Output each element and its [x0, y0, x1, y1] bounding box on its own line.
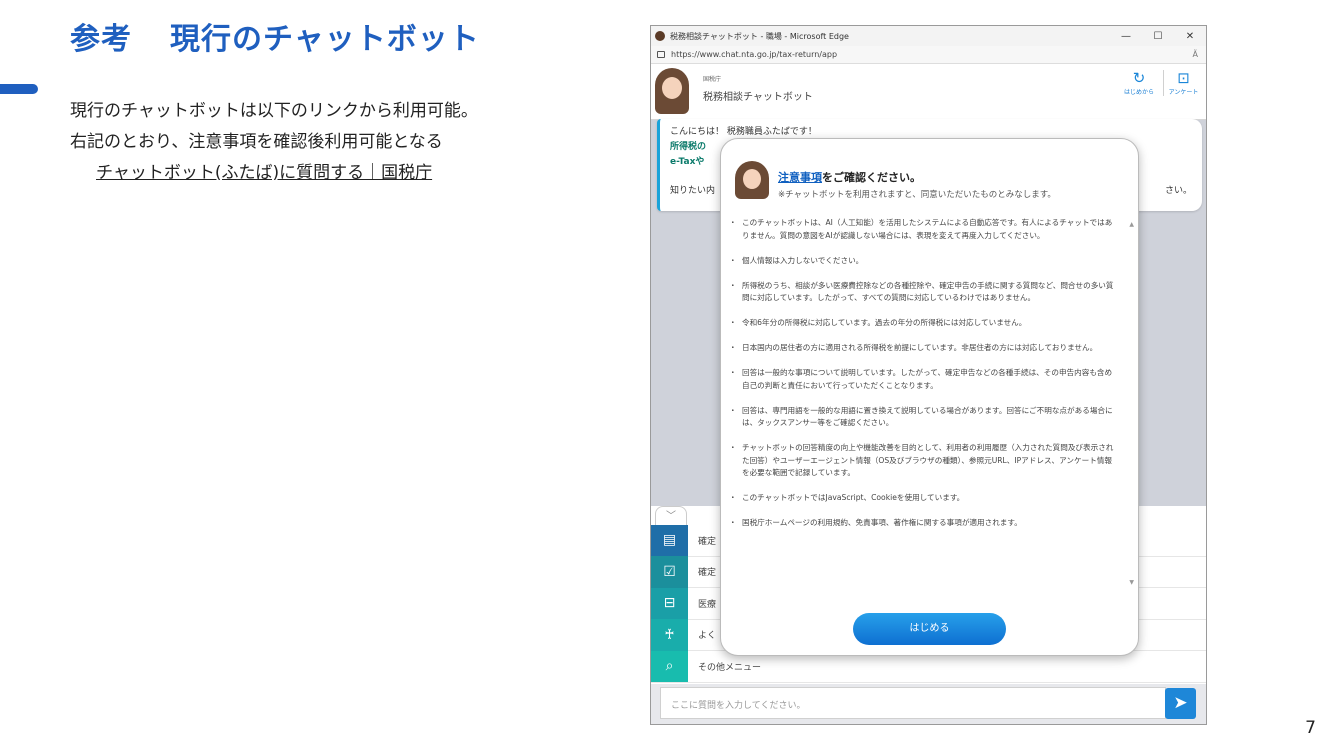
menu-item-label: 確定	[698, 536, 717, 547]
survey-label: アンケート	[1168, 89, 1199, 96]
chat-input[interactable]: ここに質問を入力してください。	[660, 687, 1166, 719]
menu-item-label: 確定	[698, 568, 717, 579]
bed-icon: ⊟	[651, 587, 688, 619]
restart-icon: ↻	[1132, 69, 1146, 87]
slide-title-main: 現行のチャットボット	[170, 22, 480, 57]
notice-item: このチャットボットではJavaScript、Cookieを使用しています。	[729, 492, 1119, 505]
close-button[interactable]: ✕	[1174, 31, 1206, 42]
notice-item: チャットボットの回答精度の向上や機能改善を目的として、利用者の利用履歴（入力され…	[729, 442, 1119, 480]
chatbot-link[interactable]: チャットボット(ふたば)に質問する｜国税庁	[96, 158, 478, 189]
accent-bar	[0, 84, 38, 94]
maximize-button[interactable]: ☐	[1142, 31, 1174, 42]
notice-item: 個人情報は入力しないでください。	[729, 255, 1119, 268]
person-icon: ♰	[651, 619, 688, 651]
browser-titlebar: 税務相談チャットボット - 職場 - Microsoft Edge — ☐ ✕	[651, 26, 1206, 46]
minimize-button[interactable]: —	[1110, 31, 1142, 42]
notice-modal: 注意事項をご確認ください。 ※チャットボットを利用されますと、同意いただいたもの…	[720, 138, 1139, 656]
notice-item: 所得税のうち、相談が多い医療費控除などの各種控除や、確定申告の手続に関する質問な…	[729, 280, 1119, 305]
notice-item: このチャットボットは、AI（人工知能）を活用したシステムによる自動応答です。有人…	[729, 217, 1119, 242]
checkbox-icon: ☑	[651, 556, 688, 588]
survey-icon: ⊡	[1177, 69, 1190, 87]
search-doc-icon: ⌕	[651, 650, 688, 682]
modal-title-rest: をご確認ください。	[822, 171, 921, 184]
slide-body: 現行のチャットボットは以下のリンクから利用可能。 右記のとおり、注意事項を確認後…	[70, 96, 478, 189]
notice-item: 国税庁ホームページの利用規約、免責事項、著作権に関する事項が適用されます。	[729, 517, 1119, 530]
lock-icon	[657, 51, 665, 58]
notice-item: 日本国内の居住者の方に適用される所得税を前提にしています。非居住者の方には対応し…	[729, 342, 1119, 355]
scroll-up-icon[interactable]: ▲	[1129, 221, 1134, 228]
send-icon: ➤	[1173, 693, 1188, 713]
restart-label: はじめから	[1123, 89, 1154, 96]
menu-item-label: その他メニュー	[698, 662, 762, 673]
chat-line-4-start: 知りたい内	[670, 186, 716, 196]
start-button[interactable]: はじめる	[853, 613, 1006, 645]
favicon-icon	[655, 31, 665, 41]
document-icon: ▤	[651, 524, 688, 556]
slide-title: 参考 現行のチャットボット	[70, 14, 480, 58]
chat-line-4-end: さい。	[1164, 186, 1192, 196]
input-row: ここに質問を入力してください。 ➤	[651, 684, 1206, 724]
slide-title-prefix: 参考	[70, 22, 132, 57]
notice-item: 令和6年分の所得税に対応しています。過去の年分の所得税には対応していません。	[729, 317, 1119, 330]
read-aloud-icon[interactable]: Ã	[1193, 50, 1198, 59]
notice-list[interactable]: このチャットボットは、AI（人工知能）を活用したシステムによる自動応答です。有人…	[729, 217, 1119, 542]
agency-label: 国税庁	[703, 76, 722, 83]
page-number: 7	[1305, 718, 1316, 738]
restart-button[interactable]: ↻ はじめから	[1119, 69, 1159, 97]
body-line-1: 現行のチャットボットは以下のリンクから利用可能。	[70, 101, 478, 121]
menu-item-label: 医療	[698, 599, 717, 610]
avatar	[655, 68, 689, 114]
url-text[interactable]: https://www.chat.nta.go.jp/tax-return/ap…	[671, 50, 1193, 59]
address-bar[interactable]: https://www.chat.nta.go.jp/tax-return/ap…	[651, 46, 1206, 64]
notice-item: 回答は一般的な事項について説明しています。したがって、確定申告などの各種手続は、…	[729, 367, 1119, 392]
modal-avatar	[735, 161, 769, 199]
body-line-2: 右記のとおり、注意事項を確認後利用可能となる	[70, 132, 443, 152]
modal-title-highlight[interactable]: 注意事項	[778, 171, 822, 184]
slide: 参考 現行のチャットボット 現行のチャットボットは以下のリンクから利用可能。 右記…	[0, 0, 1334, 750]
modal-title: 注意事項をご確認ください。	[778, 169, 921, 185]
browser-tab-title: 税務相談チャットボット - 職場 - Microsoft Edge	[670, 31, 849, 41]
send-button[interactable]: ➤	[1165, 688, 1196, 719]
scroll-down-icon[interactable]: ▼	[1129, 579, 1134, 586]
survey-button[interactable]: ⊡ アンケート	[1163, 70, 1203, 96]
menu-toggle-button[interactable]: ﹀	[655, 506, 687, 525]
menu-item-label: よく	[698, 631, 717, 642]
app-header: 国税庁 税務相談チャットボット ↻ はじめから ⊡ アンケート	[651, 64, 1206, 120]
app-title: 税務相談チャットボット	[703, 92, 813, 103]
notice-item: 回答は、専門用語を一般的な用語に置き換えて説明している場合があります。回答にご不…	[729, 405, 1119, 430]
modal-subtitle: ※チャットボットを利用されますと、同意いただいたものとみなします。	[778, 190, 1056, 200]
